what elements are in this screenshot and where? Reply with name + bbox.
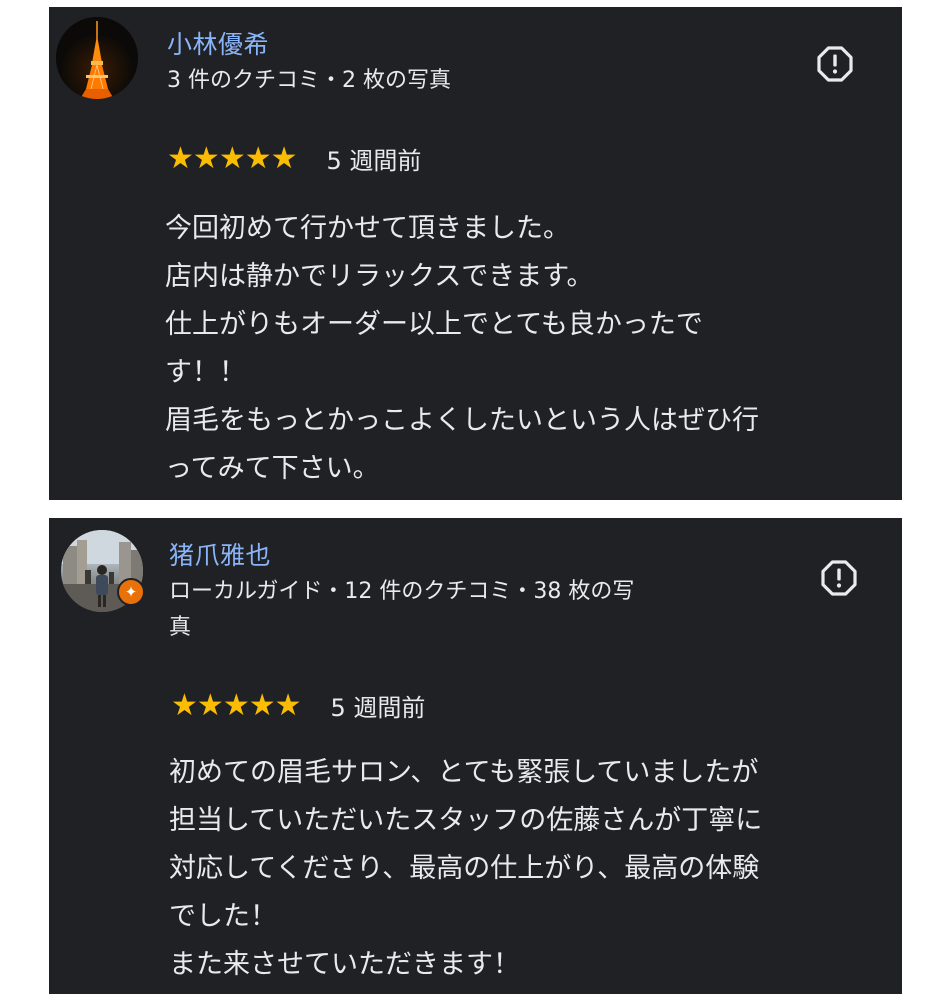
- local-guide-badge-icon: ✦: [117, 578, 145, 606]
- star-icon: ★: [171, 687, 198, 723]
- report-icon[interactable]: [815, 44, 855, 84]
- reviewer-name[interactable]: 猪爪雅也: [169, 536, 271, 572]
- review-time: 5 週間前: [326, 147, 422, 175]
- tokyo-tower-avatar-image: [56, 17, 138, 99]
- report-icon[interactable]: [819, 558, 859, 598]
- star-rating: ★ ★ ★ ★ ★: [167, 140, 298, 176]
- avatar[interactable]: ✦: [61, 530, 145, 612]
- star-icon: ★: [222, 687, 250, 723]
- rating-row: ★ ★ ★ ★ ★ 5 週間前: [167, 141, 421, 176]
- review-card: 小林優希 3 件のクチコミ・2 枚の写真 ★ ★ ★ ★ ★ 5 週間前 今回初…: [49, 7, 902, 500]
- star-icon: ★: [167, 140, 194, 176]
- review-text: 今回初めて行かせて頂きました。 店内は静かでリラックスできます。 仕上がりもオー…: [165, 213, 759, 484]
- star-icon: ★: [196, 687, 224, 723]
- review-card: ✦ 猪爪雅也 ローカルガイド・12 件のクチコミ・38 枚の写 真 ★ ★ ★ …: [49, 518, 902, 994]
- rating-row: ★ ★ ★ ★ ★ 5 週間前: [171, 688, 425, 723]
- star-icon: ★: [218, 140, 246, 176]
- reviewer-name[interactable]: 小林優希: [167, 25, 269, 61]
- star-icon: ★: [270, 140, 298, 176]
- reviewer-meta: 3 件のクチコミ・2 枚の写真: [167, 68, 451, 93]
- avatar[interactable]: [56, 17, 138, 99]
- star-rating: ★ ★ ★ ★ ★: [171, 687, 302, 723]
- reviewer-meta: ローカルガイド・12 件のクチコミ・38 枚の写 真: [169, 579, 635, 640]
- star-icon: ★: [192, 140, 220, 176]
- star-icon: ★: [244, 140, 272, 176]
- star-icon: ★: [248, 687, 276, 723]
- star-icon: ★: [274, 687, 302, 723]
- review-text: 初めての眉毛サロン、とても緊張していましたが 担当していただいたスタッフの佐藤さ…: [169, 757, 763, 980]
- review-time: 5 週間前: [330, 694, 426, 722]
